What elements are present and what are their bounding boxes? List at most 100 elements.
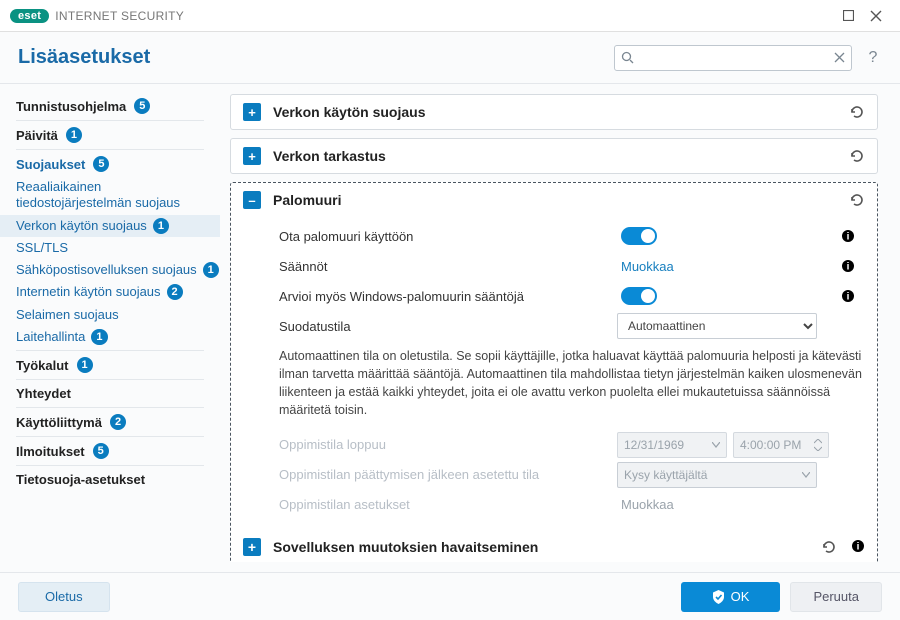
square-icon — [843, 10, 854, 21]
ok-button[interactable]: OK — [681, 582, 781, 612]
count-badge: 1 — [91, 329, 107, 345]
count-badge: 5 — [93, 156, 109, 172]
toggle-windows-firewall[interactable] — [621, 287, 657, 305]
sidebar-item-realtime-fs[interactable]: Reaaliaikainen tiedostojärjestelmän suoj… — [16, 176, 220, 215]
row-after-learning: Oppimistilan päättymisen jälkeen asetett… — [279, 460, 865, 490]
sidebar-item-connections[interactable]: Yhteydet — [16, 382, 220, 405]
window-close-button[interactable] — [862, 4, 890, 28]
row-learning-settings: Oppimistilan asetukset Muokkaa — [279, 490, 865, 520]
count-badge: 5 — [93, 443, 109, 459]
expand-icon: + — [243, 103, 261, 121]
stepper-icon — [814, 439, 822, 451]
info-button[interactable]: i — [841, 229, 865, 243]
sidebar-item-protections[interactable]: Suojaukset 5 — [16, 152, 220, 176]
subpanel-app-changes[interactable]: + Sovelluksen muutoksien havaitseminen i — [231, 532, 877, 563]
help-button[interactable]: ? — [864, 49, 882, 67]
search-clear-button[interactable] — [834, 52, 845, 63]
sidebar-item-notifications[interactable]: Ilmoitukset 5 — [16, 439, 220, 463]
sidebar-item-network-access[interactable]: Verkon käytön suojaus 1 — [0, 215, 220, 237]
info-button[interactable]: i — [841, 259, 865, 273]
restore-defaults-button[interactable] — [849, 148, 865, 164]
sidebar-item-web-access[interactable]: Internetin käytön suojaus 2 — [16, 281, 220, 303]
svg-text:i: i — [847, 292, 850, 303]
count-badge: 1 — [77, 357, 93, 373]
restore-defaults-button[interactable] — [821, 539, 837, 555]
row-windows-firewall: Arvioi myös Windows-palomuurin sääntöjä … — [279, 281, 865, 311]
row-enable-firewall: Ota palomuuri käyttöön i — [279, 221, 865, 251]
close-icon — [870, 10, 882, 22]
count-badge: 1 — [66, 127, 82, 143]
panel-title: Verkon tarkastus — [273, 148, 386, 164]
cancel-button[interactable]: Peruuta — [790, 582, 882, 612]
learning-end-time: 4:00:00 PM — [733, 432, 829, 458]
edit-rules-link[interactable]: Muokkaa — [621, 259, 674, 274]
panel-title: Palomuuri — [273, 192, 341, 208]
panel-title: Verkon käytön suojaus — [273, 104, 426, 120]
shield-icon — [712, 590, 725, 604]
sidebar-item-browser[interactable]: Selaimen suojaus — [16, 304, 220, 326]
sidebar-item-ssl-tls[interactable]: SSL/TLS — [16, 237, 220, 259]
panel-header[interactable]: + Verkon käytön suojaus — [231, 95, 877, 129]
panel-network-protection: + Verkon käytön suojaus — [230, 94, 878, 130]
search-input[interactable] — [615, 46, 851, 70]
count-badge: 1 — [153, 218, 169, 234]
titlebar: eset INTERNET SECURITY — [0, 0, 900, 32]
info-icon: i — [841, 289, 855, 303]
content: + Verkon käytön suojaus + Verkon tarkast… — [220, 84, 900, 572]
panel-network-inspection: + Verkon tarkastus — [230, 138, 878, 174]
row-filtering-mode: Suodatustila Automaattinen — [279, 311, 865, 341]
page-header: Lisäasetukset ? — [0, 32, 900, 84]
sidebar-item-device-control[interactable]: Laitehallinta 1 — [16, 326, 220, 348]
count-badge: 2 — [110, 414, 126, 430]
sidebar-item-privacy[interactable]: Tietosuoja-asetukset — [16, 468, 220, 491]
info-button[interactable]: i — [841, 289, 865, 303]
info-button[interactable]: i — [851, 539, 865, 555]
close-icon — [834, 52, 845, 63]
window-maximize-button[interactable] — [834, 4, 862, 28]
undo-icon — [849, 192, 865, 208]
expand-icon: + — [243, 538, 261, 556]
svg-text:i: i — [847, 232, 850, 243]
panel-body: Ota palomuuri käyttöön i Säännöt Muokkaa… — [231, 217, 877, 532]
default-button[interactable]: Oletus — [18, 582, 110, 612]
row-learning-end: Oppimistila loppuu 12/31/1969 4:00:00 PM — [279, 430, 865, 460]
search-box[interactable] — [614, 45, 852, 71]
filtering-mode-select[interactable]: Automaattinen — [617, 313, 817, 339]
restore-defaults-button[interactable] — [849, 104, 865, 120]
toggle-enable-firewall[interactable] — [621, 227, 657, 245]
sidebar-item-detection-engine[interactable]: Tunnistusohjelma 5 — [16, 94, 220, 118]
learning-end-date: 12/31/1969 — [617, 432, 727, 458]
brand-name: INTERNET SECURITY — [55, 9, 184, 23]
count-badge: 1 — [203, 262, 219, 278]
restore-defaults-button[interactable] — [849, 192, 865, 208]
svg-text:i: i — [857, 541, 860, 552]
sidebar-item-update[interactable]: Päivitä 1 — [16, 123, 220, 147]
sidebar-item-tools[interactable]: Työkalut 1 — [16, 353, 220, 377]
svg-text:i: i — [847, 262, 850, 273]
expand-icon: + — [243, 147, 261, 165]
page-title: Lisäasetukset — [18, 46, 150, 69]
footer: Oletus OK Peruuta — [0, 572, 900, 620]
row-rules: Säännöt Muokkaa i — [279, 251, 865, 281]
undo-icon — [849, 104, 865, 120]
undo-icon — [821, 539, 837, 555]
subpanel-title: Sovelluksen muutoksien havaitseminen — [273, 539, 538, 555]
count-badge: 2 — [167, 284, 183, 300]
sidebar-item-ui[interactable]: Käyttöliittymä 2 — [16, 410, 220, 434]
after-learning-select: Kysy käyttäjältä — [617, 462, 817, 488]
info-icon: i — [841, 259, 855, 273]
panel-header[interactable]: – Palomuuri — [231, 183, 877, 217]
sidebar-item-email-client[interactable]: Sähköpostisovelluksen suojaus 1 — [16, 259, 220, 281]
collapse-icon: – — [243, 191, 261, 209]
brand: eset INTERNET SECURITY — [10, 9, 184, 23]
chevron-down-icon — [712, 442, 720, 448]
info-icon: i — [841, 229, 855, 243]
undo-icon — [849, 148, 865, 164]
sidebar: Tunnistusohjelma 5 Päivitä 1 Suojaukset … — [0, 84, 220, 572]
panel-header[interactable]: + Verkon tarkastus — [231, 139, 877, 173]
filtering-mode-description: Automaattinen tila on oletustila. Se sop… — [279, 341, 865, 430]
count-badge: 5 — [134, 98, 150, 114]
brand-badge: eset — [10, 9, 49, 23]
learning-settings-link: Muokkaa — [621, 497, 674, 512]
chevron-down-icon — [802, 472, 810, 478]
